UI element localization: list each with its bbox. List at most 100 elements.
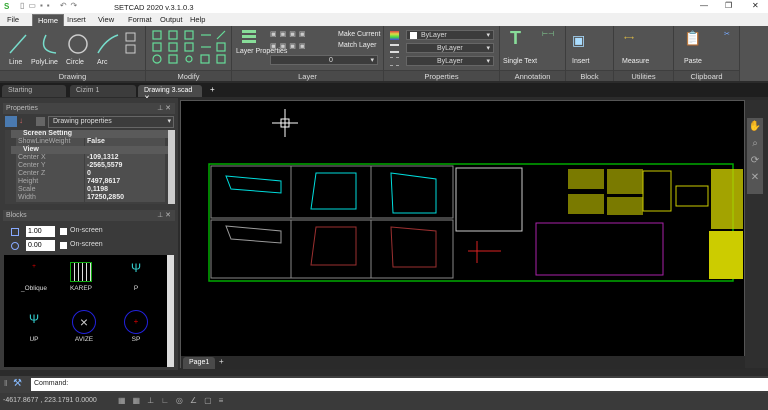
- close-button[interactable]: ✕: [752, 1, 759, 10]
- blocks-header: Blocks ⊥ ✕: [3, 210, 175, 221]
- insert-button[interactable]: Insert: [572, 58, 590, 65]
- tab-cizim-1[interactable]: Cizim 1: [70, 85, 136, 97]
- sp-block-icon[interactable]: +: [124, 310, 148, 334]
- karep-block-icon[interactable]: [70, 262, 92, 282]
- properties-group-label: Properties: [384, 70, 499, 81]
- drawing-canvas[interactable]: Page1 +: [180, 100, 746, 369]
- polyline-tool[interactable]: PolyLine: [31, 59, 58, 66]
- layer-group-label: Layer: [232, 70, 383, 81]
- single-text-icon: T: [510, 28, 521, 48]
- layer-dropdown[interactable]: 0 ▾: [270, 55, 378, 65]
- block-item[interactable]: _Oblique: [14, 285, 54, 292]
- section-screen-setting[interactable]: Screen Setting: [11, 130, 171, 138]
- p-block-icon[interactable]: Ψ: [116, 261, 156, 275]
- oblique-block-icon[interactable]: +: [14, 263, 54, 270]
- arc-tool[interactable]: Arc: [97, 59, 108, 66]
- rotation-icon: [11, 242, 19, 250]
- tab-drawing-3[interactable]: Drawing 3.scad ✕: [138, 85, 202, 102]
- property-row[interactable]: Scale 0,1198: [5, 186, 165, 194]
- rotation-on-screen-label: On-screen: [70, 241, 103, 248]
- single-text-button[interactable]: Single Text: [503, 58, 537, 65]
- nav-tools[interactable]: ✋ ⌕ ⟳ ✕: [747, 118, 763, 194]
- categorized-icon[interactable]: [5, 116, 17, 127]
- document-tabs: Starting Cizim 1 Drawing 3.scad ✕ +: [0, 83, 768, 102]
- property-scrollbar[interactable]: [168, 130, 175, 204]
- annotation-group-label[interactable]: Annotation: [500, 70, 565, 81]
- command-input[interactable]: Command:: [31, 378, 768, 391]
- paste-button[interactable]: Paste: [684, 58, 702, 65]
- properties-selector[interactable]: Drawing properties ▾: [48, 116, 174, 128]
- blocks-scrollbar[interactable]: [167, 255, 174, 367]
- drawing-group-label[interactable]: Drawing: [0, 70, 145, 81]
- property-row[interactable]: Height 7497,8617: [5, 178, 165, 186]
- sort-icon[interactable]: ↓: [19, 116, 31, 127]
- menu-home[interactable]: Home: [32, 14, 65, 26]
- section-view[interactable]: View: [11, 146, 171, 154]
- match-layer-button[interactable]: Match Layer: [338, 42, 377, 49]
- utilities-group-label: Utilities: [614, 70, 673, 81]
- pin-close-icons[interactable]: ⊥ ✕: [157, 103, 171, 114]
- block-item[interactable]: SP: [116, 336, 156, 343]
- tab-page1[interactable]: Page1: [183, 357, 216, 369]
- property-row[interactable]: Center Z0: [5, 170, 165, 178]
- block-item[interactable]: P: [116, 285, 156, 292]
- scale-on-screen-checkbox[interactable]: [60, 228, 67, 235]
- block-item[interactable]: AVIZE: [64, 336, 104, 343]
- add-layout-button[interactable]: +: [219, 357, 224, 366]
- dimension-icon[interactable]: ⊢⊣: [542, 30, 554, 38]
- restore-button[interactable]: ❐: [725, 1, 732, 10]
- command-tools-icon[interactable]: ⚒: [13, 378, 22, 389]
- ribbon: Line PolyLine Circle Arc Drawing Modify …: [0, 26, 768, 81]
- block-item[interactable]: KAREP: [61, 285, 101, 292]
- layer-tool-icons[interactable]: ▣▣▣▣: [270, 30, 308, 38]
- zoom-icon[interactable]: ⌕: [747, 135, 763, 152]
- menu-view[interactable]: View: [98, 15, 114, 24]
- blocks-gallery: + _Oblique KAREP Ψ P Ψ UP × AVIZE + SP: [4, 255, 174, 367]
- modify-tool-icons[interactable]: [151, 29, 227, 65]
- linetype-icon: [390, 44, 399, 53]
- property-row[interactable]: ShowLineWeight False: [5, 138, 165, 146]
- property-row[interactable]: Width 17250,2850: [5, 194, 165, 202]
- rotation-input[interactable]: [26, 240, 55, 251]
- layer-tool-icons-2[interactable]: ▣▣▣▣: [270, 42, 308, 50]
- property-row[interactable]: Center Y -2565,5579: [5, 162, 165, 170]
- measure-button[interactable]: Measure: [622, 58, 649, 65]
- quick-access-icons[interactable]: ▯▭▪▪ ↶↷: [20, 1, 81, 10]
- layer-group: Layer Properties ▣▣▣▣ ▣▣▣▣ Make Current …: [232, 26, 384, 81]
- lineweight-dropdown[interactable]: ByLayer ▾: [406, 56, 494, 66]
- new-tab-button[interactable]: +: [210, 85, 215, 94]
- property-row[interactable]: Center X -109,1312: [5, 154, 165, 162]
- zoom-extents-icon[interactable]: ✕: [747, 169, 763, 186]
- status-bar: -4617.8677 , 223.1791 0.0000 ▦▦⊥∟◎∠▢≡: [0, 393, 768, 410]
- color-dropdown[interactable]: ByLayer ▾: [406, 30, 494, 40]
- orbit-icon[interactable]: ⟳: [747, 152, 763, 169]
- menu-format[interactable]: Format: [128, 15, 152, 24]
- menu-insert[interactable]: Insert: [67, 15, 86, 24]
- clipboard-group: 📋 Paste ✂ Clipboard: [674, 26, 740, 81]
- linetype-dropdown[interactable]: ByLayer ▾: [406, 43, 494, 53]
- up-block-icon[interactable]: Ψ: [14, 312, 54, 326]
- block-item[interactable]: UP: [14, 336, 54, 343]
- insert-block-icon: ▣: [572, 32, 586, 48]
- title-bar: S ▯▭▪▪ ↶↷ SETCAD 2020 v.3.1.0.3 — ❐ ✕: [0, 0, 768, 14]
- tab-starting[interactable]: Starting: [2, 85, 66, 97]
- modify-group: Modify: [146, 26, 232, 81]
- avize-block-icon[interactable]: ×: [72, 310, 96, 334]
- scale-input[interactable]: [26, 226, 55, 237]
- quick-select-icon[interactable]: [36, 117, 45, 126]
- menu-file[interactable]: File: [7, 15, 19, 24]
- window-title: SETCAD 2020 v.3.1.0.3: [114, 3, 194, 12]
- menu-help[interactable]: Help: [190, 15, 205, 24]
- circle-tool[interactable]: Circle: [66, 59, 84, 66]
- grip-icon[interactable]: ‖: [4, 379, 7, 388]
- make-current-button[interactable]: Make Current: [338, 31, 380, 38]
- measure-icon: ⟷: [624, 35, 635, 42]
- menu-output[interactable]: Output: [160, 15, 183, 24]
- pan-icon[interactable]: ✋: [747, 118, 763, 135]
- status-toggle-icons[interactable]: ▦▦⊥∟◎∠▢≡: [118, 396, 230, 405]
- cut-icon[interactable]: ✂: [724, 30, 730, 38]
- minimize-button[interactable]: —: [700, 1, 708, 10]
- line-tool[interactable]: Line: [9, 59, 22, 66]
- pin-close-icons[interactable]: ⊥ ✕: [157, 210, 171, 221]
- rotation-on-screen-checkbox[interactable]: [60, 242, 67, 249]
